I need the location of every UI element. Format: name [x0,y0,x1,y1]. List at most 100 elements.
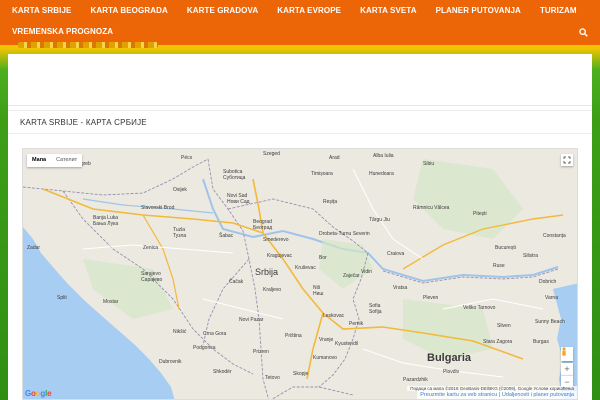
map-canvas[interactable]: Srbija Bulgaria Zagreb Pécs Szeged Arad … [23,149,578,400]
city-label: Vratsa [393,285,407,291]
city-label: Ruse [493,263,505,269]
city-label: Râmnicu Vâlcea [413,205,450,211]
fullscreen-button[interactable] [561,154,573,166]
city-label: Nikšić [173,329,187,335]
city-label: Pernik [349,321,364,327]
city-label: Kumanovo [313,355,337,361]
nav-item-karta-beograda[interactable]: KARTA BEOGRADA [78,0,174,22]
city-label: Alba Iulia [373,153,394,159]
zoom-in-button[interactable]: + [561,363,573,375]
download-map-link[interactable]: Preuzmite kartu za veb stranicu [420,392,497,398]
nav-item-karta-sveta[interactable]: KARTA SVETA [348,0,424,22]
city-label: Plovdiv [443,369,460,375]
google-logo[interactable]: Google [25,389,52,398]
street-view-pegman[interactable] [561,347,573,361]
city-label: Sofija [369,309,382,315]
google-logo-letter: e [47,389,52,398]
city-label: Сарајево [141,277,163,283]
city-label: Ниш [313,291,323,297]
city-label: Leskovac [323,313,345,319]
country-label-srbija: Srbija [255,267,278,277]
city-label: Суботица [223,175,246,181]
city-label: Бања Лука [93,221,118,227]
city-label: Tetovo [265,375,280,381]
city-label: Podgorica [193,345,216,351]
city-label: Smederevo [263,237,289,243]
city-label: Pleven [423,295,439,301]
city-label: Osijek [173,187,187,193]
map-links: Preuzmite kartu za veb stranicu | Udalje… [417,391,577,399]
zoom-controls: + − [561,347,573,387]
city-label: Timișoara [311,171,333,177]
city-label: Hunedoara [369,171,394,177]
city-label: Skopje [293,371,309,377]
city-label: Kruševac [295,265,316,271]
city-label: Szeged [263,151,280,157]
city-label: Shkodër [213,369,232,375]
city-label: București [495,245,516,251]
city-label: Kraljevo [263,287,281,293]
city-label: Burgas [533,339,549,345]
city-label: Dubrovnik [159,359,182,365]
city-label: Нови Сад [227,199,250,205]
search-icon [578,27,588,37]
plus-icon: + [564,364,570,374]
city-label: Pécs [181,155,193,161]
pegman-icon [562,347,566,356]
city-label: Vranje [319,337,333,343]
search-button[interactable] [574,22,592,42]
nav-item-planer-putovanja[interactable]: PLANER PUTOVANJA [424,0,528,22]
city-label: Mostar [103,299,119,305]
map-type-map-button[interactable]: Мапа [27,154,51,167]
city-label: Slavonski Brod [141,205,175,211]
content-panel: KARTA SRBIJE - КАРТА СРБИЈЕ Srbija Bulga… [8,54,592,400]
map-view[interactable]: Srbija Bulgaria Zagreb Pécs Szeged Arad … [22,148,578,400]
city-label: Split [57,295,67,301]
city-label: Šabac [219,232,234,239]
nav-item-turizam[interactable]: TURIZAM [528,0,584,22]
city-label: Craiova [387,251,404,257]
city-label: Veliko Tarnovo [463,305,496,311]
city-label: Târgu Jiu [369,217,390,223]
city-label: Pazardzhik [403,377,428,383]
country-label-bulgaria: Bulgaria [427,352,472,364]
nav-item-vremenska-prognoza[interactable]: VREMENSKA PROGNOZA [0,21,120,43]
city-label: Bor [319,255,327,261]
nav-row-primary: KARTA SRBIJE KARTA BEOGRADA KARTE GRADOV… [0,0,584,22]
city-label: Kyustendil [335,341,358,347]
city-label: Sibiu [423,161,434,167]
city-label: Pitești [473,211,487,217]
page-title: KARTA SRBIJE - КАРТА СРБИЈЕ [20,117,147,127]
city-label: Drobeta-Turnu Severin [319,231,370,237]
city-label: Zaječar [343,273,360,279]
city-label: Kragujevac [267,253,293,259]
city-label: Arad [329,155,340,161]
city-label: Novi Pazar [239,317,264,323]
city-label: Stara Zagora [483,339,512,345]
city-label: Constanța [543,233,566,239]
city-label: Reșița [323,199,337,205]
nav-item-karta-srbije[interactable]: KARTA SRBIJE [0,0,78,22]
city-label: Београд [253,225,272,231]
city-label: Priština [285,333,302,339]
city-label: Varna [545,295,558,301]
nav-item-karta-evrope[interactable]: KARTA EVROPE [265,0,348,22]
city-label: Zenica [143,245,158,251]
distance-planner-link[interactable]: Udaljenosti i planer putovanja [502,392,574,398]
site-logo[interactable] [18,42,158,48]
title-bar: KARTA SRBIJE - КАРТА СРБИЈЕ [8,110,592,134]
city-label: Zadar [27,245,40,251]
city-label: Тузла [173,233,186,239]
city-label: Sliven [497,323,511,329]
ad-banner-area [8,54,592,106]
city-label: Vidin [361,269,372,275]
nav-row-secondary: VREMENSKA PROGNOZA [0,21,120,43]
nav-item-karte-gradova[interactable]: KARTE GRADOVA [175,0,265,22]
fullscreen-icon [563,156,571,164]
map-type-toggle: Мапа Сателит [27,154,83,167]
map-type-satellite-button[interactable]: Сателит [51,154,82,167]
top-navigation: KARTA SRBIJE KARTA BEOGRADA KARTE GRADOV… [0,0,600,45]
city-label: Dobrich [539,279,556,285]
city-label: Silistra [523,253,538,259]
city-label: Sunny Beach [535,319,565,325]
